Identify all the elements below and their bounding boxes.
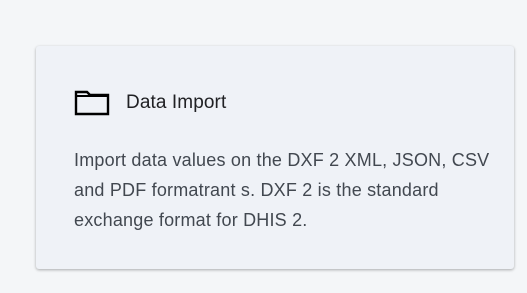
card-description: Import data values on the DXF 2 XML, JSO… bbox=[74, 150, 490, 230]
folder-icon bbox=[74, 90, 110, 116]
app-page: Data Import Import data values on the DX… bbox=[0, 0, 527, 293]
card-title: Data Import bbox=[126, 92, 227, 113]
data-import-card[interactable]: Data Import Import data values on the DX… bbox=[36, 46, 514, 269]
card-header: Data Import bbox=[74, 90, 226, 116]
